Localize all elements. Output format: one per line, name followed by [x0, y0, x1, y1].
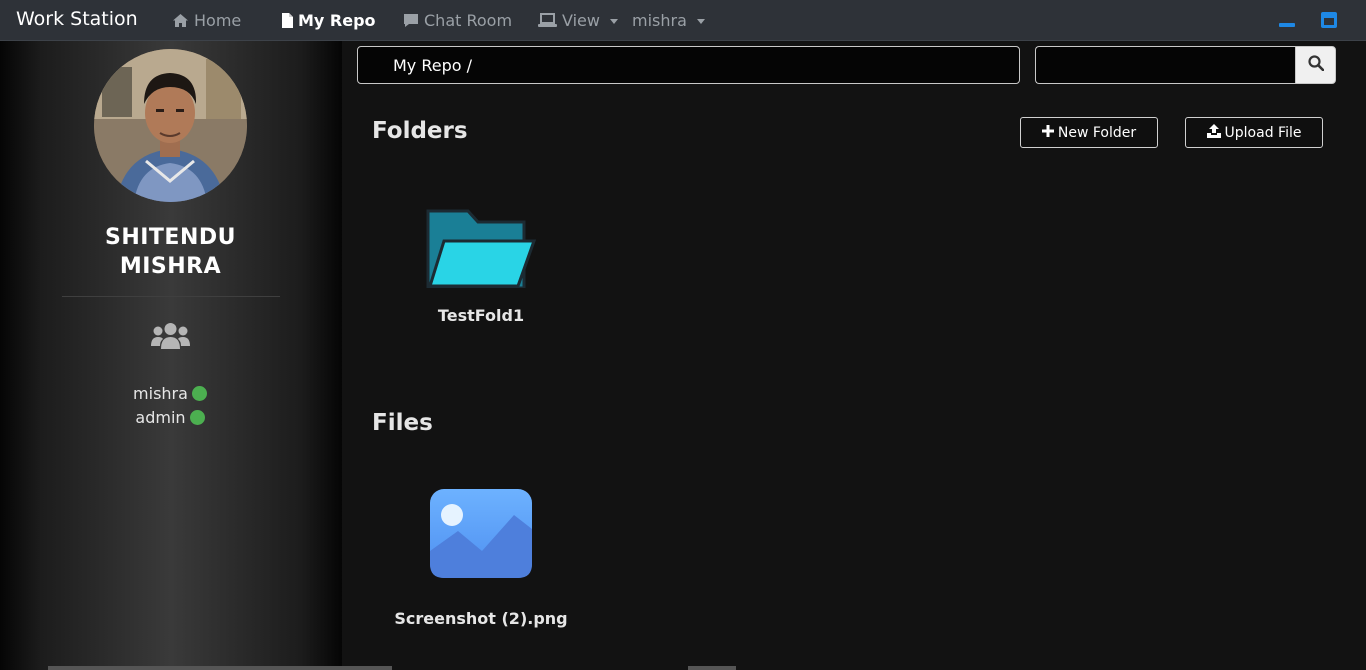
top-navbar: Work Station Home My Repo Chat Room View…: [0, 0, 1366, 41]
search-button[interactable]: [1295, 46, 1336, 84]
chevron-down-icon: [696, 19, 705, 24]
image-file-icon: [391, 489, 571, 579]
upload-file-button[interactable]: Upload File: [1185, 117, 1323, 148]
nav-chat-room[interactable]: Chat Room: [403, 11, 512, 30]
user-name-line1: SHITENDU: [104, 225, 236, 250]
online-status-icon: [191, 386, 207, 401]
search-input[interactable]: [1035, 46, 1295, 84]
avatar[interactable]: [94, 49, 247, 202]
new-folder-label: New Folder: [1057, 124, 1137, 141]
folder-item[interactable]: TestFold1: [391, 208, 571, 325]
file-item[interactable]: Screenshot (2).png: [391, 489, 571, 628]
nav-my-repo-label: My Repo: [298, 11, 376, 30]
maximize-icon: [1321, 12, 1337, 32]
minimize-button[interactable]: [1279, 12, 1295, 32]
minimize-icon: [1279, 13, 1295, 32]
laptop-icon: [538, 13, 557, 28]
folder-icon: [391, 208, 571, 290]
breadcrumb[interactable]: My Repo /: [357, 46, 1020, 84]
nav-my-repo[interactable]: My Repo: [281, 11, 376, 30]
file-icon: [281, 13, 293, 28]
scroll-indicator[interactable]: [688, 666, 736, 670]
user-name-line2: MISHRA: [119, 254, 222, 279]
nav-home[interactable]: Home: [172, 11, 241, 30]
user-full-name: SHITENDU MISHRA: [70, 223, 271, 281]
online-user-item[interactable]: admin: [100, 408, 240, 427]
nav-view-label: View: [562, 11, 600, 30]
nav-chat-room-label: Chat Room: [424, 11, 513, 30]
horizontal-scrollbar[interactable]: [48, 666, 392, 670]
folders-heading: Folders: [372, 118, 468, 144]
maximize-button[interactable]: [1321, 12, 1337, 32]
online-user-name: admin: [135, 408, 186, 427]
home-icon: [172, 13, 189, 28]
file-name: Screenshot (2).png: [394, 609, 568, 628]
chevron-down-icon: [609, 19, 618, 24]
upload-icon: [1206, 123, 1221, 142]
nav-home-label: Home: [194, 11, 242, 30]
chat-icon: [403, 13, 419, 28]
online-user-item[interactable]: mishra: [100, 384, 240, 403]
online-status-icon: [189, 410, 205, 425]
online-user-name: mishra: [133, 384, 188, 403]
brand-title[interactable]: Work Station: [16, 8, 138, 30]
folder-name: TestFold1: [437, 306, 525, 325]
files-heading: Files: [372, 410, 433, 436]
users-group-icon: [150, 322, 191, 356]
nav-user-dropdown[interactable]: mishra: [632, 11, 705, 30]
new-folder-button[interactable]: New Folder: [1020, 117, 1158, 148]
upload-file-label: Upload File: [1224, 124, 1302, 141]
sidebar-divider: [62, 296, 280, 297]
nav-view-dropdown[interactable]: View: [538, 11, 618, 30]
nav-user-label: mishra: [632, 11, 687, 30]
breadcrumb-text: My Repo /: [393, 56, 473, 75]
search-icon: [1307, 55, 1324, 75]
plus-icon: [1041, 124, 1054, 141]
